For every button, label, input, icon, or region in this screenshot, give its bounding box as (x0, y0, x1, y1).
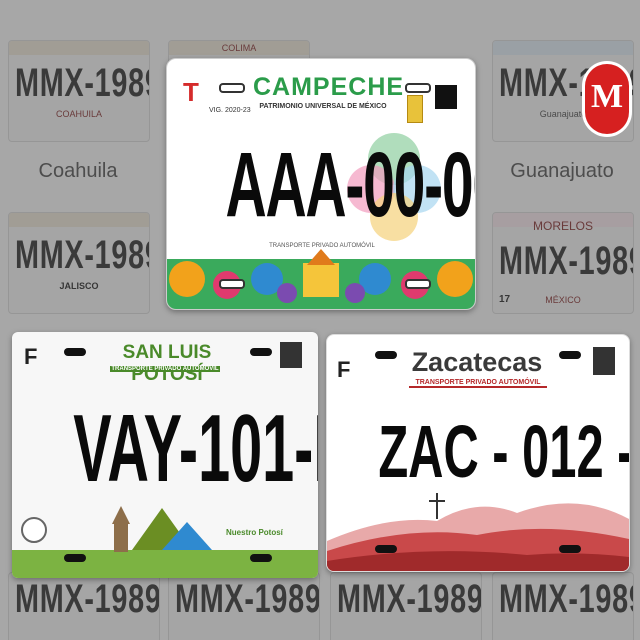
publisher-logo-letter: M (590, 78, 624, 115)
landscape-art (12, 506, 318, 578)
qr-code-icon (435, 85, 457, 109)
mount-hole-bottom-left (219, 279, 245, 289)
qr-code-icon (593, 347, 615, 375)
plate-slogan: Nuestro Potosí (226, 528, 283, 537)
mount-hole-bottom-left (375, 545, 397, 553)
mount-hole-top-right (250, 348, 272, 356)
mount-hole-top-left (219, 83, 245, 93)
mountain-art (327, 493, 629, 571)
mount-hole-bottom-right (405, 279, 431, 289)
plate-state-name: CAMPECHE (253, 73, 405, 101)
mount-hole-top-right (559, 351, 581, 359)
plate-subtitle: TRANSPORTE PRIVADO AUTOMÓVIL (409, 379, 547, 388)
mount-hole-top-right (405, 83, 431, 93)
plate-zacatecas: F Zacatecas TRANSPORTE PRIVADO AUTOMÓVIL… (326, 334, 630, 572)
plate-san-luis-potosi: F SAN LUIS POTOSÍ TRANSPORTE PRIVADO AUT… (12, 332, 318, 578)
mount-hole-top-left (375, 351, 397, 359)
mount-hole-top-left (64, 348, 86, 356)
plate-type-letter: F (24, 344, 38, 369)
mount-hole-bottom-right (250, 554, 272, 562)
mount-hole-bottom-right (559, 545, 581, 553)
plate-registration-number: AAA-00-00 (225, 134, 476, 236)
plate-subtitle: TRANSPORTE PRIVADO AUTOMÓVIL (110, 366, 220, 372)
plate-state-name: Zacatecas (411, 347, 543, 377)
mount-hole-bottom-left (64, 554, 86, 562)
plate-campeche: T VIG. 2020-23 CAMPECHE PATRIMONIO UNIVE… (166, 58, 476, 310)
plate-type-letter: T (183, 77, 199, 107)
plate-subtitle: PATRIMONIO UNIVERSAL DE MÉXICO (259, 103, 387, 110)
plate-type-letter: F (337, 357, 351, 382)
plate-state-name: SAN LUIS POTOSÍ (122, 342, 212, 385)
plate-registration-number: VAY-101-B (73, 395, 318, 502)
publisher-logo: M (585, 64, 629, 134)
plate-registration-number: ZAC - 012 - A (378, 410, 629, 493)
image-stage: MMX-1989-J COAHUILA COLIMA MMX-1989-J Gu… (0, 0, 640, 640)
qr-code-icon (280, 342, 302, 368)
